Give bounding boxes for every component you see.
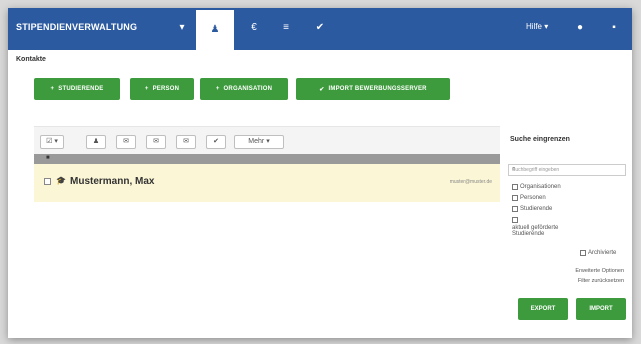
filter-option-label: Organisationen	[520, 184, 561, 190]
more-label: Mehr	[248, 138, 265, 145]
checkbox[interactable]	[512, 217, 518, 223]
menu-icon[interactable]: ▪	[606, 20, 622, 36]
mail-icon[interactable]: ✉	[116, 135, 136, 149]
checkbox[interactable]	[512, 206, 518, 212]
user-icon[interactable]: ♟	[196, 10, 234, 50]
filter-option-funded-students[interactable]: aktuell geförderte Studierende	[512, 217, 592, 237]
filter-option-organisations[interactable]: Organisationen	[512, 184, 561, 190]
add-student-button[interactable]: + STUDIERENDE	[34, 78, 120, 100]
filter-sidebar: Suche eingrenzen Suchbegriff eingeben ⌕ …	[504, 126, 632, 266]
add-person-button[interactable]: + PERSON	[130, 78, 194, 100]
table-row[interactable]: 🎓 Mustermann, Max muster@muster.de	[34, 164, 500, 202]
filter-option-label: Personen	[520, 195, 546, 201]
more-dropdown[interactable]: Mehr ▾	[234, 135, 284, 149]
list-column-header: ■	[34, 154, 500, 164]
add-organisation-button[interactable]: + ORGANISATION	[200, 78, 288, 100]
page-title: Kontakte	[16, 56, 46, 63]
euro-icon[interactable]: €	[246, 20, 262, 36]
checkbox[interactable]	[512, 195, 518, 201]
filter-title: Suche eingrenzen	[510, 136, 570, 143]
reset-filter-link[interactable]: Filter zurücksetzen	[578, 278, 624, 284]
list-toolbar: ☑ ▾ ♟ ✉ ✉ ✉ ✔ Mehr ▾	[34, 126, 500, 154]
chevron-down-icon: ▾	[266, 138, 270, 145]
filter-option-label: aktuell geförderte Studierende	[512, 225, 559, 237]
dropdown-caret-icon[interactable]: ▾	[174, 20, 190, 36]
search-icon[interactable]: ⌕	[512, 166, 622, 173]
filter-option-students[interactable]: Studierende	[512, 206, 552, 212]
contact-list-panel: ☑ ▾ ♟ ✉ ✉ ✉ ✔ Mehr ▾ ■ 🎓 Mustermann, Max…	[34, 126, 500, 210]
list-icon[interactable]: ≡	[278, 20, 294, 36]
select-all-dropdown[interactable]: ☑ ▾	[40, 135, 64, 149]
add-student-label: STUDIERENDE	[58, 86, 104, 92]
add-organisation-label: ORGANISATION	[223, 86, 273, 92]
export-button[interactable]: EXPORT	[518, 298, 568, 320]
contact-email[interactable]: muster@muster.de	[450, 179, 492, 185]
app-brand[interactable]: STIPENDIENVERWALTUNG	[16, 22, 137, 32]
plus-icon: +	[215, 86, 220, 92]
column-header-marker: ■	[46, 155, 50, 161]
checkbox[interactable]	[512, 184, 518, 190]
row-checkbox[interactable]	[44, 178, 51, 185]
check-icon[interactable]: ✔	[312, 20, 328, 36]
import-applications-label: IMPORT BEWERBUNGSSERVER	[328, 86, 427, 92]
check-icon: ✔	[319, 86, 325, 93]
check-icon[interactable]: ✔	[206, 135, 226, 149]
plus-icon: +	[50, 86, 55, 92]
filter-option-persons[interactable]: Personen	[512, 195, 546, 201]
import-button[interactable]: IMPORT	[576, 298, 626, 320]
top-navbar: STIPENDIENVERWALTUNG ▾ ♟ € ≡ ✔ Hilfe ▾ ●…	[8, 8, 632, 50]
person-action-icon[interactable]: ♟	[86, 135, 106, 149]
plus-icon: +	[144, 86, 149, 92]
mail-icon[interactable]: ✉	[146, 135, 166, 149]
filter-option-label: Studierende	[520, 206, 553, 212]
graduation-cap-icon: 🎓	[56, 176, 66, 185]
add-person-label: PERSON	[152, 86, 180, 92]
app-window: STIPENDIENVERWALTUNG ▾ ♟ € ≡ ✔ Hilfe ▾ ●…	[8, 8, 632, 338]
user-menu[interactable]: Hilfe ▾	[526, 22, 548, 31]
contact-name[interactable]: Mustermann, Max	[70, 176, 154, 187]
search-input[interactable]: Suchbegriff eingeben ⌕	[508, 164, 626, 176]
archived-filter[interactable]: Archivierte	[580, 250, 616, 256]
chevron-down-icon: ▾	[544, 22, 549, 31]
notification-icon[interactable]: ●	[572, 20, 588, 36]
archived-label: Archivierte	[588, 250, 617, 256]
advanced-options-link[interactable]: Erweiterte Optionen	[575, 268, 624, 274]
user-menu-label: Hilfe	[526, 22, 543, 31]
mail-icon[interactable]: ✉	[176, 135, 196, 149]
import-applications-button[interactable]: ✔ IMPORT BEWERBUNGSSERVER	[296, 78, 450, 100]
checkbox[interactable]	[580, 250, 586, 256]
